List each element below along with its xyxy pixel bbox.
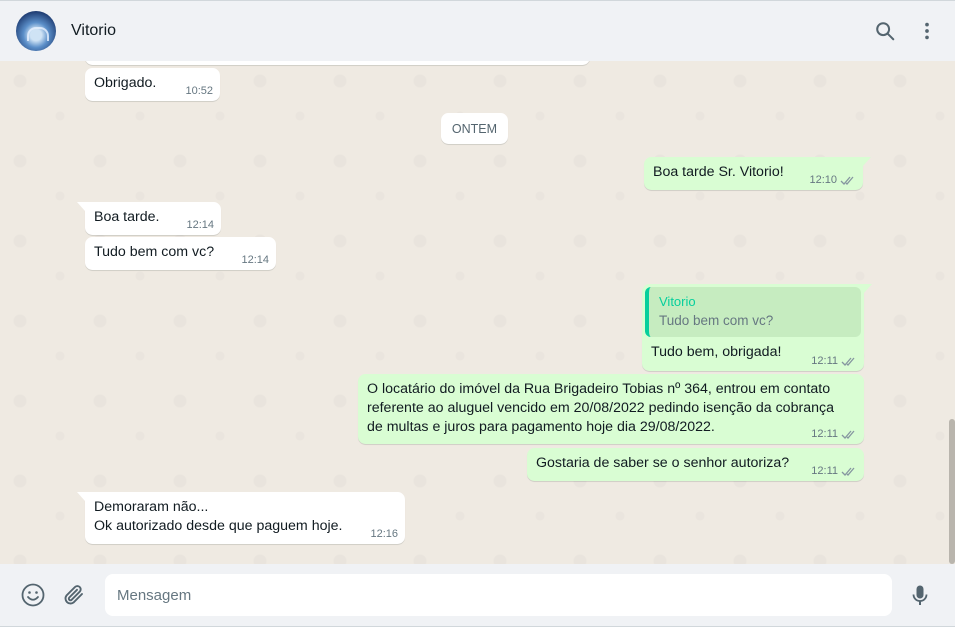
chat-header: Vitorio bbox=[0, 0, 955, 61]
scrollbar[interactable] bbox=[949, 419, 955, 564]
emoji-icon[interactable] bbox=[20, 582, 46, 608]
message-meta: 12:11 bbox=[811, 465, 857, 477]
message-text: Boa tarde Sr. Vitorio! bbox=[653, 164, 784, 180]
message-outgoing[interactable]: O locatário do imóvel da Rua Brigadeiro … bbox=[358, 374, 864, 444]
message-time: 12:11 bbox=[811, 465, 838, 477]
avatar[interactable] bbox=[16, 11, 56, 51]
message-outgoing[interactable]: Boa tarde Sr. Vitorio! 12:10 bbox=[644, 157, 871, 190]
message-time: 12:14 bbox=[186, 219, 214, 231]
message-time: 12:11 bbox=[811, 428, 838, 440]
message-incoming[interactable]: Tudo bem com vc? 12:14 bbox=[85, 237, 276, 270]
message-time: 10:52 bbox=[185, 85, 213, 97]
message-text: O locatário do imóvel da Rua Brigadeiro … bbox=[367, 381, 834, 435]
message-incoming[interactable]: Boa tarde. 12:14 bbox=[77, 202, 221, 235]
message-incoming[interactable]: Demoraram não... Ok autorizado desde que… bbox=[77, 492, 405, 544]
message-input-wrapper[interactable] bbox=[105, 574, 892, 616]
quoted-author: Vitorio bbox=[659, 294, 696, 309]
paperclip-icon[interactable] bbox=[61, 582, 87, 608]
message-meta: 12:14 bbox=[186, 219, 214, 231]
message-list[interactable]: Obrigado. 10:52 ONTEM Boa tarde Sr. Vito… bbox=[0, 61, 955, 564]
message-incoming[interactable]: Obrigado. 10:52 bbox=[85, 68, 220, 101]
search-icon[interactable] bbox=[873, 19, 897, 43]
message-meta: 12:10 bbox=[809, 174, 856, 186]
header-actions bbox=[873, 19, 939, 43]
message-outgoing-reply[interactable]: Vitorio Tudo bem com vc? Tudo bem, obrig… bbox=[642, 284, 872, 371]
message-time: 12:14 bbox=[241, 254, 269, 266]
date-separator: ONTEM bbox=[441, 113, 508, 144]
double-check-icon bbox=[841, 430, 855, 439]
message-text: Tudo bem com vc? bbox=[94, 244, 215, 260]
message-meta: 12:16 bbox=[370, 528, 398, 540]
composer bbox=[0, 564, 955, 627]
message-text: Obrigado. bbox=[94, 75, 157, 91]
double-check-icon bbox=[841, 357, 855, 366]
message-time: 12:16 bbox=[370, 528, 398, 540]
contact-name[interactable]: Vitorio bbox=[71, 22, 116, 40]
message-meta: 12:11 bbox=[811, 355, 857, 367]
message-outgoing[interactable]: Gostaria de saber se o senhor autoriza? … bbox=[527, 448, 864, 481]
message-text: Tudo bem, obrigada! bbox=[651, 344, 782, 360]
message-meta: 12:11 bbox=[811, 428, 857, 440]
message-bubble-partial bbox=[85, 61, 590, 65]
message-time: 12:10 bbox=[809, 174, 837, 186]
double-check-icon bbox=[841, 467, 855, 476]
microphone-icon[interactable] bbox=[907, 582, 933, 608]
quoted-text: Tudo bem com vc? bbox=[659, 313, 774, 328]
message-input[interactable] bbox=[117, 586, 880, 604]
message-text: Demoraram não... Ok autorizado desde que… bbox=[94, 499, 343, 534]
message-meta: 10:52 bbox=[185, 85, 213, 97]
double-check-icon bbox=[840, 176, 854, 185]
message-time: 12:11 bbox=[811, 355, 838, 367]
quoted-message[interactable]: Vitorio Tudo bem com vc? bbox=[645, 287, 861, 337]
message-meta: 12:14 bbox=[241, 254, 269, 266]
message-text: Gostaria de saber se o senhor autoriza? bbox=[536, 455, 790, 471]
message-text: Boa tarde. bbox=[94, 209, 160, 225]
kebab-menu-icon[interactable] bbox=[915, 19, 939, 43]
